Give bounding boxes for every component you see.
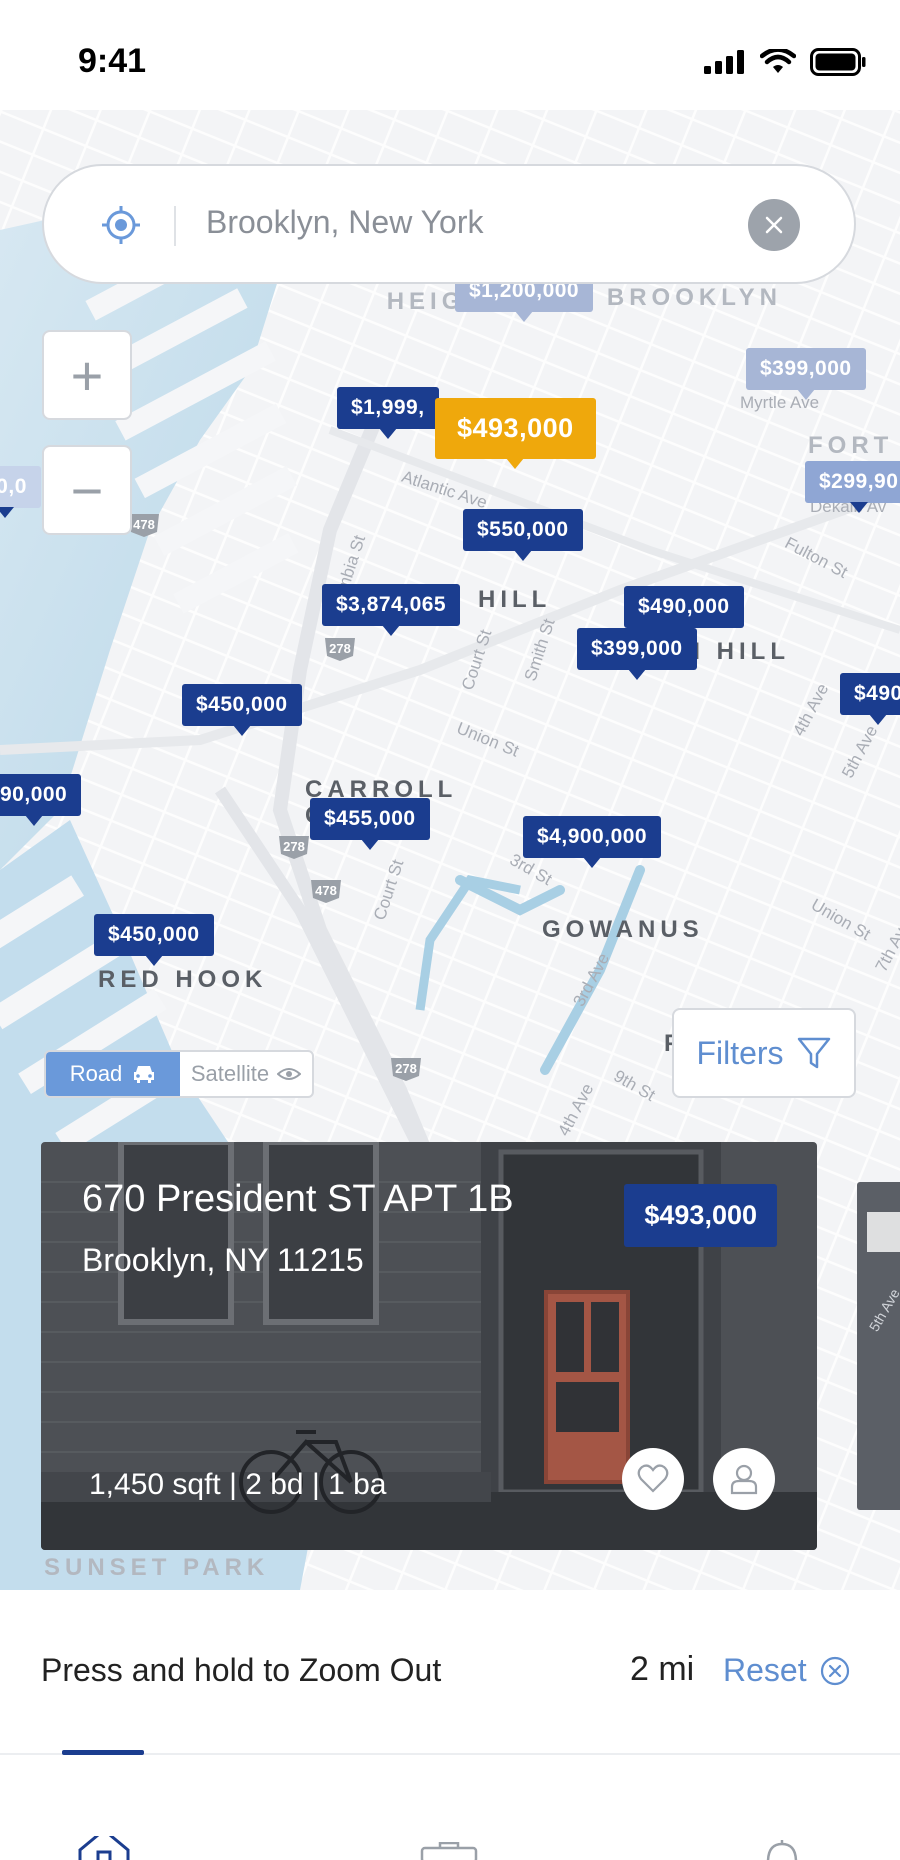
map-type-road-button[interactable]: Road: [46, 1052, 180, 1096]
price-pin[interactable]: $399,000: [746, 348, 866, 400]
price-pin[interactable]: $450,000: [182, 684, 302, 736]
svg-text:478: 478: [133, 517, 155, 532]
listing-price: $493,000: [624, 1184, 777, 1247]
clear-search-button[interactable]: [748, 199, 800, 251]
price-pin-selected[interactable]: $493,000: [435, 398, 596, 469]
close-icon: [765, 216, 783, 234]
heart-icon: [637, 1464, 669, 1493]
search-divider: [174, 206, 176, 246]
route-shield: 278: [279, 836, 309, 859]
route-shield: 278: [391, 1058, 421, 1081]
home-icon: [78, 1828, 130, 1860]
satellite-label: Satellite: [190, 1061, 270, 1086]
price-pin[interactable]: $455,000: [310, 798, 430, 850]
price-pin[interactable]: $550,000: [463, 509, 583, 561]
price-pin[interactable]: $399,000: [577, 628, 697, 680]
filter-funnel-icon: [797, 1037, 830, 1069]
listing-details: 1,450 sqft | 2 bd | 1 ba: [89, 1468, 387, 1501]
person-icon: [730, 1464, 758, 1495]
price-pin[interactable]: 50,0: [0, 466, 41, 518]
tab-notifications[interactable]: [762, 1840, 802, 1860]
next-listing-card[interactable]: 5th Ave: [857, 1182, 900, 1510]
eye-icon: [277, 1068, 302, 1080]
next-card-price: [867, 1212, 900, 1252]
status-icons: [704, 48, 866, 76]
road-label: Road: [69, 1061, 123, 1086]
reset-label: Reset: [723, 1652, 807, 1688]
price-pin[interactable]: $490: [840, 673, 900, 725]
zoom-hint: Press and hold to Zoom Out: [41, 1652, 442, 1688]
search-input[interactable]: Brooklyn, New York: [206, 204, 483, 241]
location-target-icon[interactable]: [100, 204, 142, 246]
zoom-info-bar: Press and hold to Zoom Out 2 mi Reset: [0, 1590, 900, 1755]
zoom-out-button[interactable]: −: [42, 445, 132, 535]
zoom-in-button[interactable]: +: [42, 330, 132, 420]
briefcase-icon: [420, 1841, 478, 1860]
route-shield: 478: [311, 880, 341, 903]
route-shield: 278: [325, 638, 355, 661]
search-bar[interactable]: Brooklyn, New York: [42, 164, 856, 284]
bell-icon: [766, 1840, 798, 1860]
label-fort: FORT: [808, 432, 894, 459]
price-pin[interactable]: 90,000: [0, 774, 82, 826]
tab-home[interactable]: [76, 1828, 132, 1860]
filters-label: Filters: [696, 1034, 784, 1071]
price-pin[interactable]: $3,874,065: [322, 584, 461, 636]
svg-text:278: 278: [283, 839, 305, 854]
phone-screen: 9:41 BROOKLYN FORT HILL M HILL CARROLL G…: [0, 0, 900, 1860]
favorite-button[interactable]: [622, 1448, 684, 1510]
listing-address: 670 President ST APT 1B: [82, 1178, 514, 1220]
price-pin[interactable]: $450,000: [94, 914, 214, 966]
label-hill: HILL: [478, 586, 552, 613]
price-pin[interactable]: $1,999,: [337, 387, 439, 439]
label-gowanus: GOWANUS: [542, 916, 704, 943]
price-pin[interactable]: $299,90: [805, 461, 900, 513]
wifi-icon: [760, 49, 796, 73]
distance-scale: 2 mi: [630, 1650, 695, 1688]
next-card-street: 5th Ave: [865, 1285, 900, 1335]
label-sunset-park: SUNSET PARK: [44, 1554, 270, 1581]
price-pin[interactable]: $4,900,000: [523, 816, 662, 868]
map-type-toggle: Road Satellite: [44, 1050, 314, 1098]
car-icon: [134, 1066, 155, 1083]
battery-icon: [810, 48, 866, 76]
svg-text:278: 278: [329, 641, 351, 656]
status-bar: 9:41: [0, 0, 900, 110]
tab-listings[interactable]: [420, 1841, 478, 1860]
label-red-hook: RED HOOK: [98, 966, 268, 993]
contact-agent-button[interactable]: [713, 1448, 775, 1510]
svg-text:478: 478: [315, 883, 337, 898]
tab-indicator: [62, 1750, 144, 1755]
listing-card[interactable]: 670 President ST APT 1B Brooklyn, NY 112…: [41, 1142, 817, 1550]
filters-button[interactable]: Filters: [672, 1008, 856, 1098]
status-time: 9:41: [78, 42, 147, 80]
cellular-signal-icon: [704, 50, 744, 74]
close-circle-icon: [820, 1656, 849, 1685]
listing-city: Brooklyn, NY 11215: [82, 1242, 364, 1278]
price-pin[interactable]: $490,000: [624, 586, 744, 638]
reset-button[interactable]: Reset: [723, 1652, 851, 1689]
map-type-satellite-button[interactable]: Satellite: [180, 1052, 312, 1096]
svg-text:278: 278: [395, 1061, 417, 1076]
